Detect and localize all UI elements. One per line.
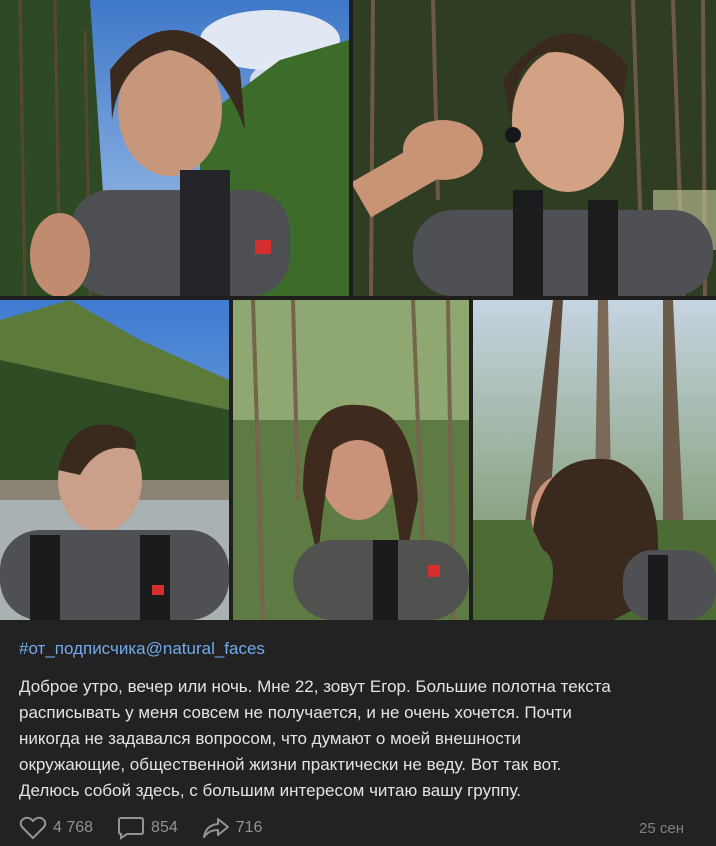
hashtag-link[interactable]: #от_подписчика@natural_faces [19,639,265,659]
photo-3[interactable] [0,300,229,620]
comment-count: 854 [151,819,178,836]
comment-icon [117,816,145,840]
post-text-line: окружающие, общественной жизни практичес… [19,755,562,774]
share-button[interactable]: 716 [202,816,263,840]
photo-1[interactable] [0,0,349,296]
share-count: 716 [235,819,263,836]
photo-4[interactable] [233,300,469,620]
photo-3-image [0,300,229,620]
photo-2[interactable] [353,0,716,296]
like-count: 4 768 [53,819,94,836]
comment-button[interactable]: 854 [117,816,178,840]
post-text: Доброе утро, вечер или ночь. Мне 22, зов… [19,674,699,804]
heart-icon [19,816,47,840]
photo-5[interactable] [473,300,716,620]
photo-1-image [0,0,349,296]
post-date[interactable]: 25 сен [639,820,684,837]
post-body: #от_подписчика@natural_faces Доброе утро… [0,620,716,846]
post-text-line: Делюсь собой здесь, с большим интересом … [19,781,521,800]
post-text-line: никогда не задавался вопросом, что думаю… [19,729,522,748]
post-actions: 4 768 854 716 [19,816,286,840]
post-text-line: расписывать у меня совсем не получается,… [19,703,572,722]
like-button[interactable]: 4 768 [19,816,93,840]
photo-5-image [473,300,716,620]
photo-2-image [353,0,716,296]
post-text-line: Доброе утро, вечер или ночь. Мне 22, зов… [19,677,611,696]
photo-4-image [233,300,469,620]
photo-gallery [0,0,716,620]
share-arrow-icon [202,816,230,840]
